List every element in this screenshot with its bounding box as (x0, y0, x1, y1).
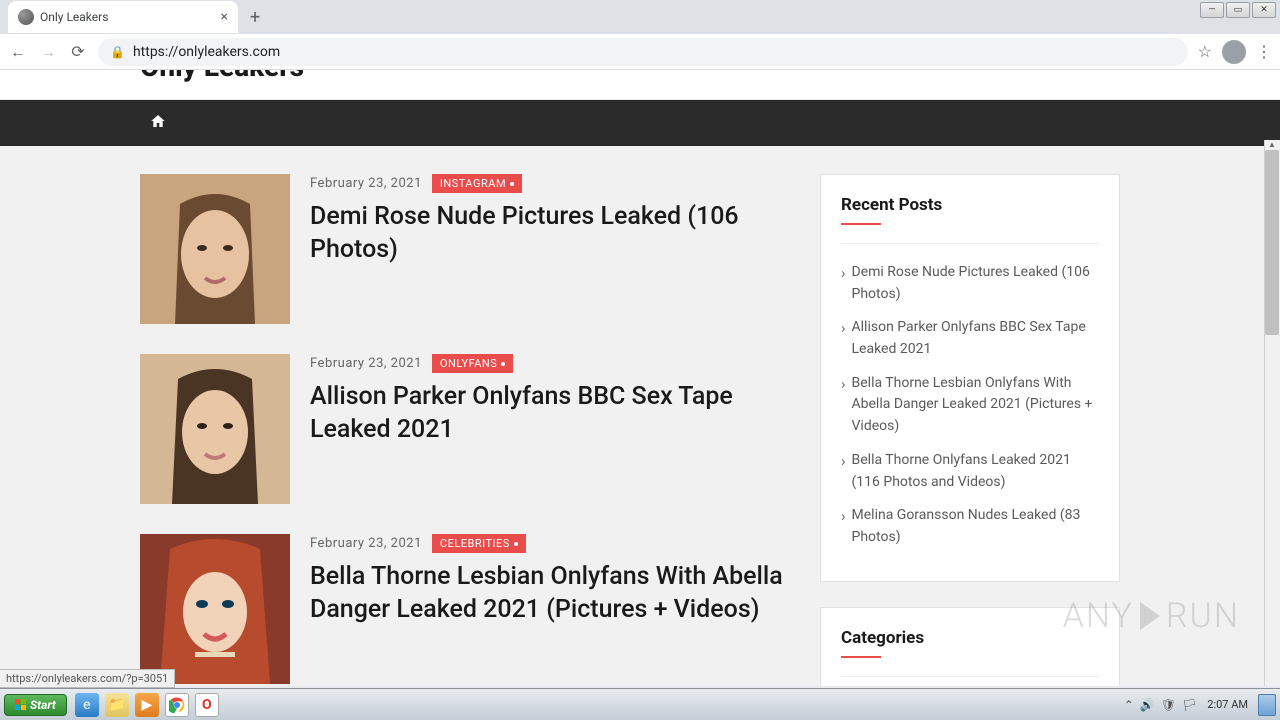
widget-divider (841, 676, 1099, 677)
profile-avatar-icon[interactable] (1222, 40, 1246, 64)
maximize-button[interactable]: ▭ (1226, 2, 1250, 18)
tab-close-icon[interactable]: × (221, 9, 228, 25)
tray-expand-icon[interactable]: ⌃ (1124, 698, 1134, 712)
post-item: February 23, 2021 INSTAGRAM Demi Rose Nu… (140, 174, 790, 324)
clock[interactable]: 2:07 AM (1207, 698, 1248, 711)
category-tag[interactable]: ONLYFANS (432, 354, 513, 373)
opera-icon[interactable]: O (195, 693, 219, 717)
site-header: Only Leakers (0, 70, 1280, 100)
reload-button[interactable]: ⟳ (68, 42, 88, 61)
post-body: February 23, 2021 CELEBRITIES Bella Thor… (310, 534, 790, 684)
url-text: https://onlyleakers.com (133, 44, 280, 60)
ie-icon[interactable]: e (75, 693, 99, 717)
lock-icon: 🔒 (110, 45, 125, 59)
taskbar: Start e 📁 ▶ O ⌃ 🔊 🛡 🏳 2:07 AM (0, 688, 1280, 720)
scroll-thumb[interactable] (1265, 150, 1279, 335)
post-body: February 23, 2021 INSTAGRAM Demi Rose Nu… (310, 174, 790, 324)
scrollbar[interactable]: ▲ ▼ (1264, 140, 1280, 686)
post-meta: February 23, 2021 CELEBRITIES (310, 534, 790, 553)
tab-favicon-icon (18, 9, 34, 25)
minimize-button[interactable]: — (1200, 2, 1224, 18)
post-item: February 23, 2021 ONLYFANS Allison Parke… (140, 354, 790, 504)
back-button[interactable]: ← (8, 42, 28, 62)
title-underline (841, 656, 881, 658)
recent-post-link[interactable]: Bella Thorne Lesbian Onlyfans With Abell… (841, 373, 1099, 438)
post-title-link[interactable]: Demi Rose Nude Pictures Leaked (106 Phot… (310, 201, 790, 266)
bookmark-star-icon[interactable]: ☆ (1198, 42, 1212, 61)
site-title: Only Leakers (140, 70, 304, 83)
site-nav (0, 100, 1280, 146)
security-icon[interactable]: 🛡 (1161, 698, 1176, 712)
tab-bar: Only Leakers × + — ▭ ✕ (0, 0, 1280, 34)
post-meta: February 23, 2021 INSTAGRAM (310, 174, 790, 193)
recent-post-link[interactable]: Melina Goransson Nudes Leaked (83 Photos… (841, 505, 1099, 548)
status-bar-link: https://onlyleakers.com/?p=3051 (0, 669, 175, 688)
home-icon[interactable] (150, 113, 166, 133)
post-date: February 23, 2021 (310, 176, 422, 191)
post-item: February 23, 2021 CELEBRITIES Bella Thor… (140, 534, 790, 684)
categories-widget: Categories ▢ Ana Cheri (820, 607, 1120, 686)
post-body: February 23, 2021 ONLYFANS Allison Parke… (310, 354, 790, 504)
title-underline (841, 223, 881, 225)
widget-divider (841, 243, 1099, 244)
forward-button[interactable]: → (38, 42, 58, 62)
content-wrapper: February 23, 2021 INSTAGRAM Demi Rose Nu… (0, 146, 1280, 686)
sidebar: Recent Posts Demi Rose Nude Pictures Lea… (820, 174, 1120, 686)
window-controls: — ▭ ✕ (1200, 2, 1276, 18)
flag-icon[interactable]: 🏳 (1182, 698, 1197, 712)
browser-menu-icon[interactable]: ⋮ (1256, 42, 1272, 61)
address-bar: ← → ⟳ 🔒 https://onlyleakers.com ☆ ⋮ (0, 34, 1280, 70)
url-input[interactable]: 🔒 https://onlyleakers.com (98, 38, 1188, 66)
browser-chrome: Only Leakers × + — ▭ ✕ ← → ⟳ 🔒 https://o… (0, 0, 1280, 70)
recent-posts-widget: Recent Posts Demi Rose Nude Pictures Lea… (820, 174, 1120, 582)
recent-post-link[interactable]: Allison Parker Onlyfans BBC Sex Tape Lea… (841, 317, 1099, 360)
new-tab-button[interactable]: + (250, 7, 260, 28)
close-window-button[interactable]: ✕ (1252, 2, 1276, 18)
recent-post-link[interactable]: Demi Rose Nude Pictures Leaked (106 Phot… (841, 262, 1099, 305)
widget-title: Categories (841, 628, 1099, 648)
post-date: February 23, 2021 (310, 536, 422, 551)
post-date: February 23, 2021 (310, 356, 422, 371)
page-content: Only Leakers February 23, 2021 INSTAGRAM… (0, 70, 1280, 686)
recent-post-link[interactable]: Bella Thorne Onlyfans Leaked 2021 (116 P… (841, 450, 1099, 493)
system-tray: ⌃ 🔊 🛡 🏳 2:07 AM (1124, 694, 1276, 716)
start-button[interactable]: Start (4, 694, 67, 716)
explorer-icon[interactable]: 📁 (105, 693, 129, 717)
category-tag[interactable]: CELEBRITIES (432, 534, 526, 553)
widget-title: Recent Posts (841, 195, 1099, 215)
post-thumbnail[interactable] (140, 534, 290, 684)
recent-posts-list: Demi Rose Nude Pictures Leaked (106 Phot… (841, 262, 1099, 549)
windows-logo-icon (15, 699, 26, 710)
tab-title: Only Leakers (40, 10, 108, 24)
taskbar-pinned: e 📁 ▶ O (75, 693, 219, 717)
post-title-link[interactable]: Bella Thorne Lesbian Onlyfans With Abell… (310, 561, 790, 626)
post-thumbnail[interactable] (140, 354, 290, 504)
volume-icon[interactable]: 🔊 (1140, 698, 1155, 712)
media-player-icon[interactable]: ▶ (135, 693, 159, 717)
posts-list: February 23, 2021 INSTAGRAM Demi Rose Nu… (140, 174, 790, 686)
post-title-link[interactable]: Allison Parker Onlyfans BBC Sex Tape Lea… (310, 381, 790, 446)
show-desktop-button[interactable] (1258, 694, 1276, 716)
category-tag[interactable]: INSTAGRAM (432, 174, 522, 193)
browser-tab[interactable]: Only Leakers × (8, 1, 238, 33)
chrome-icon[interactable] (165, 693, 189, 717)
post-meta: February 23, 2021 ONLYFANS (310, 354, 790, 373)
post-thumbnail[interactable] (140, 174, 290, 324)
